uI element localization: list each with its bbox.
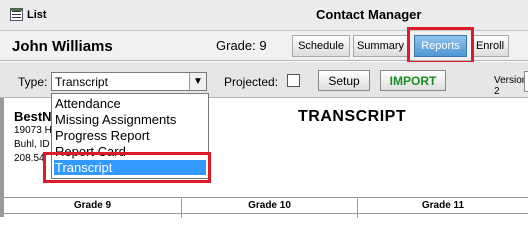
dropdown-option-attendance[interactable]: Attendance xyxy=(54,96,206,111)
tab-enroll[interactable]: Enroll xyxy=(471,35,509,57)
student-name: John Williams xyxy=(12,38,113,55)
projected-checkbox[interactable] xyxy=(287,74,300,87)
dropdown-option-missing-assignments[interactable]: Missing Assignments xyxy=(54,112,206,127)
school-name: BestN xyxy=(14,109,52,124)
school-address-line-3: 208.54 xyxy=(14,153,45,164)
setup-button[interactable]: Setup xyxy=(318,70,370,91)
import-button[interactable]: IMPORT xyxy=(380,70,446,91)
school-address-line-2: Buhl, ID xyxy=(14,139,50,150)
grade-column-header: Grade 11 xyxy=(421,200,465,211)
dropdown-option-progress-report[interactable]: Progress Report xyxy=(54,128,206,143)
grade-column-header: Grade 10 xyxy=(182,198,358,218)
document-title: TRANSCRIPT xyxy=(298,108,407,125)
version-label: Version: 2 xyxy=(494,75,528,97)
student-grade: Grade: 9 xyxy=(216,38,267,53)
tab-schedule[interactable]: Schedule xyxy=(292,35,350,57)
projected-label: Projected: xyxy=(224,75,279,89)
reports-tab-highlight xyxy=(407,27,474,64)
chevron-down-icon[interactable]: ▼ xyxy=(189,73,206,90)
grades-table-header: Grade 9 Grade 10 Grade 11 xyxy=(4,197,528,218)
grades-table-divider xyxy=(4,213,528,214)
list-button[interactable]: List xyxy=(10,8,47,21)
list-label: List xyxy=(27,8,47,21)
grade-column-header: Grade 9 xyxy=(4,198,182,218)
toolbar-edge-control[interactable] xyxy=(524,71,528,92)
transcript-option-highlight xyxy=(43,152,211,183)
app-title: Contact Manager xyxy=(316,7,422,22)
school-address-line-1: 19073 H xyxy=(14,125,52,136)
type-select-value: Transcript xyxy=(55,75,108,89)
tab-summary[interactable]: Summary xyxy=(353,35,408,57)
list-icon xyxy=(10,8,23,21)
type-select[interactable]: Transcript ▼ xyxy=(51,72,207,91)
type-label: Type: xyxy=(18,75,48,89)
